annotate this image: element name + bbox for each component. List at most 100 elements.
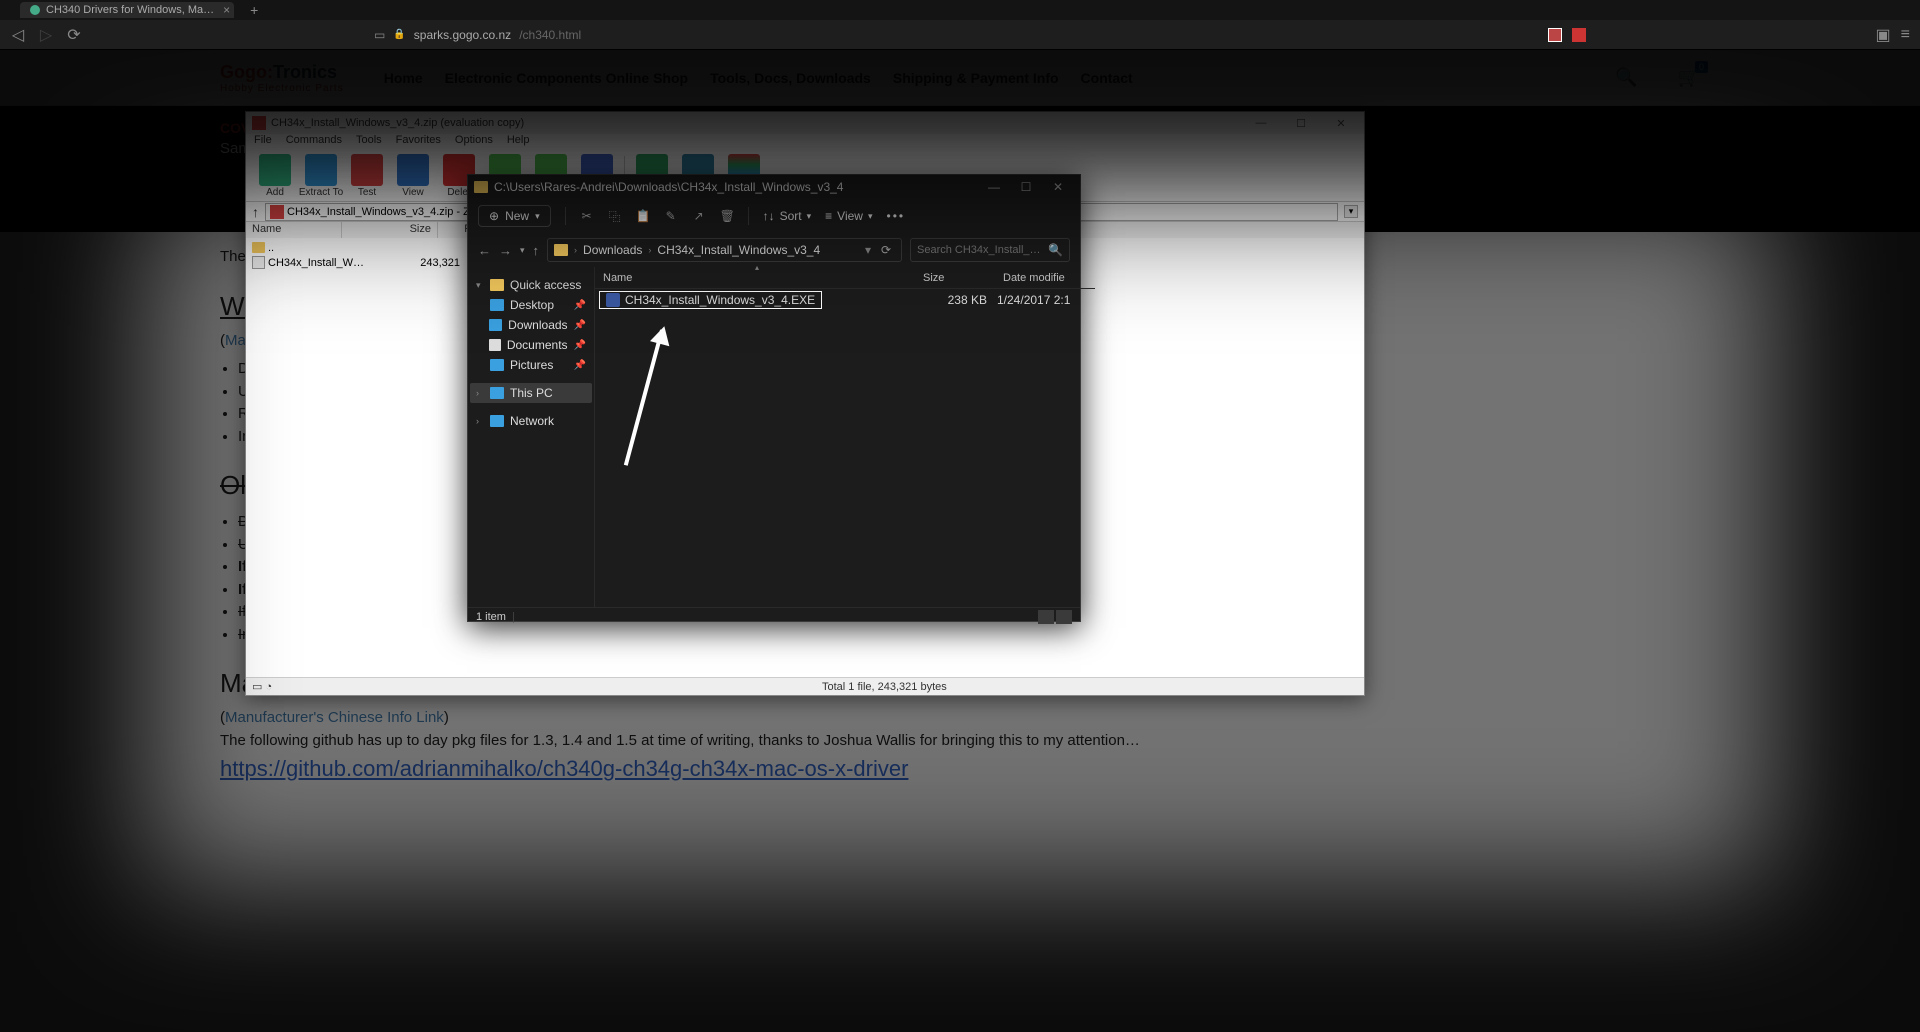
chevron-right-icon[interactable]: › — [648, 245, 651, 255]
breadcrumb-downloads[interactable]: Downloads — [583, 243, 642, 257]
chevron-down-icon[interactable]: ▾ — [865, 243, 871, 257]
pin-icon[interactable]: 📌 — [574, 300, 586, 311]
sidebar-quickaccess[interactable]: ▾Quick access — [470, 275, 592, 295]
up-icon[interactable]: ↑ — [252, 204, 259, 220]
lock-icon[interactable]: 🔒 — [393, 29, 405, 40]
path-dropdown-icon[interactable]: ▾ — [1344, 205, 1358, 218]
archive-path-icon — [270, 205, 284, 219]
sidebar-documents[interactable]: Documents📌 — [470, 335, 592, 355]
browser-tab[interactable]: CH340 Drivers for Windows, Ma… × — [20, 2, 234, 18]
nav-back-icon[interactable]: ← — [478, 243, 491, 258]
search-icon[interactable]: 🔍 — [1615, 67, 1637, 88]
menu-file[interactable]: File — [254, 134, 272, 152]
nav-forward-icon[interactable]: → — [499, 243, 512, 258]
menu-favorites[interactable]: Favorites — [396, 134, 441, 152]
minimize-button[interactable]: — — [1244, 113, 1278, 133]
file-name: CH34x_Install_Windows_v3_4.EXE — [625, 293, 815, 307]
tool-add[interactable]: Add — [252, 154, 298, 199]
rename-icon[interactable]: ✎ — [664, 209, 678, 223]
minimize-button[interactable]: — — [978, 175, 1010, 199]
filecol-name[interactable]: Name — [595, 272, 915, 284]
close-button[interactable]: ✕ — [1324, 113, 1358, 133]
archive-titlebar[interactable]: CH34x_Install_Windows_v3_4.zip (evaluati… — [246, 112, 1364, 134]
tool-view[interactable]: View — [390, 154, 436, 199]
nav-up-icon[interactable]: ↑ — [533, 243, 540, 258]
refresh-icon[interactable]: ⟳ — [877, 243, 895, 257]
sort-button[interactable]: ↑↓Sort▾ — [763, 209, 812, 223]
view-thumb-icon[interactable] — [1056, 610, 1072, 624]
mfg-link[interactable]: Manufacturer's Chinese Info Link — [225, 709, 444, 726]
menu-tools[interactable]: Tools — [356, 134, 382, 152]
new-tab-button[interactable]: + — [244, 2, 264, 18]
delete-icon[interactable]: 🗑 — [720, 209, 734, 223]
filecol-size[interactable]: Size — [915, 272, 995, 284]
tab-close-icon[interactable]: × — [223, 3, 230, 17]
github-link[interactable]: https://github.com/adrianmihalko/ch340g-… — [220, 756, 908, 781]
pin-icon[interactable]: 📌 — [574, 320, 586, 331]
tool-test[interactable]: Test — [344, 154, 390, 199]
file-row[interactable]: CH34x_Install_Windows_v3_4.EXE 238 KB 1/… — [595, 289, 1095, 311]
close-button[interactable]: ✕ — [1042, 175, 1074, 199]
nav-recent-icon[interactable]: ▾ — [520, 245, 525, 256]
extension-icon-1[interactable] — [1548, 28, 1562, 42]
desktop-icon — [490, 299, 504, 311]
address-bar[interactable]: ▭ 🔒 sparks.gogo.co.nz/ch340.html — [374, 28, 581, 42]
chevron-right-icon[interactable]: › — [476, 388, 484, 398]
more-button[interactable]: ••• — [887, 209, 906, 223]
sidebar-pictures[interactable]: Pictures📌 — [470, 355, 592, 375]
view-details-icon[interactable] — [1038, 610, 1054, 624]
sidebar-network[interactable]: ›Network — [470, 411, 592, 431]
reload-icon[interactable]: ⟳ — [66, 25, 82, 45]
chevron-down-icon[interactable]: ▾ — [476, 280, 484, 291]
nav-shipping[interactable]: Shipping & Payment Info — [893, 70, 1059, 86]
copy-icon[interactable]: ⿻ — [608, 208, 622, 225]
mfg-link-short[interactable]: Ma — [225, 332, 246, 349]
nav-contact[interactable]: Contact — [1081, 70, 1133, 86]
archive-statusbar: ▭ ◔ Total 1 file, 243,321 bytes — [246, 677, 1364, 695]
sidebar-desktop[interactable]: Desktop📌 — [470, 295, 592, 315]
panel-icon[interactable]: ▣ — [1876, 25, 1891, 45]
pin-icon[interactable]: 📌 — [574, 340, 586, 351]
extension-icon-2[interactable] — [1572, 28, 1586, 42]
nav-tools[interactable]: Tools, Docs, Downloads — [710, 70, 871, 86]
explorer-titlebar[interactable]: C:\Users\Rares-Andrei\Downloads\CH34x_In… — [468, 175, 1080, 199]
address-box[interactable]: › Downloads › CH34x_Install_Windows_v3_4… — [547, 238, 902, 262]
view-button[interactable]: ≡View▾ — [825, 209, 872, 223]
col-name[interactable]: Name — [246, 222, 342, 238]
sidebar-downloads[interactable]: Downloads📌 — [470, 315, 592, 335]
maximize-button[interactable]: ☐ — [1284, 113, 1318, 133]
archive-menubar: File Commands Tools Favorites Options He… — [246, 134, 1364, 152]
search-input[interactable]: Search CH34x_Install_Wind… 🔍 — [910, 238, 1070, 262]
tab-favicon — [30, 5, 40, 15]
archive-title: CH34x_Install_Windows_v3_4.zip (evaluati… — [271, 117, 524, 129]
status-itemcount: 1 item — [476, 611, 506, 623]
menu-icon[interactable]: ≡ — [1901, 26, 1910, 44]
nav-shop[interactable]: Electronic Components Online Shop — [445, 70, 688, 86]
menu-help[interactable]: Help — [507, 134, 530, 152]
new-button[interactable]: ⊕New▾ — [478, 205, 551, 227]
reader-icon[interactable]: ▭ — [374, 28, 385, 42]
file-size: 238 KB — [909, 293, 991, 307]
back-icon[interactable]: ◁ — [10, 25, 26, 45]
share-icon[interactable]: ↗ — [692, 209, 706, 223]
menu-options[interactable]: Options — [455, 134, 493, 152]
col-size[interactable]: Size — [342, 222, 438, 238]
site-logo[interactable]: Gogo:Tronics Hobby Electronic Parts — [220, 62, 344, 94]
pin-icon[interactable]: 📌 — [574, 360, 586, 371]
breadcrumb-folder[interactable]: CH34x_Install_Windows_v3_4 — [657, 243, 820, 257]
cart-icon[interactable]: 🛒0 — [1678, 67, 1700, 88]
cut-icon[interactable]: ✂ — [580, 209, 594, 223]
chevron-down-icon: ▾ — [535, 211, 540, 222]
sort-indicator-icon: ▴ — [755, 263, 759, 272]
filecol-date[interactable]: Date modifie — [995, 272, 1095, 284]
paste-icon[interactable]: 📋 — [636, 209, 650, 223]
nav-home[interactable]: Home — [384, 70, 423, 86]
sidebar-thispc[interactable]: ›This PC — [470, 383, 592, 403]
file-date: 1/24/2017 2:1 — [991, 293, 1091, 307]
url-path: /ch340.html — [519, 28, 581, 42]
chevron-right-icon[interactable]: › — [476, 416, 484, 426]
chevron-right-icon[interactable]: › — [574, 245, 577, 255]
menu-commands[interactable]: Commands — [286, 134, 342, 152]
maximize-button[interactable]: ☐ — [1010, 175, 1042, 199]
tool-extract[interactable]: Extract To — [298, 154, 344, 199]
